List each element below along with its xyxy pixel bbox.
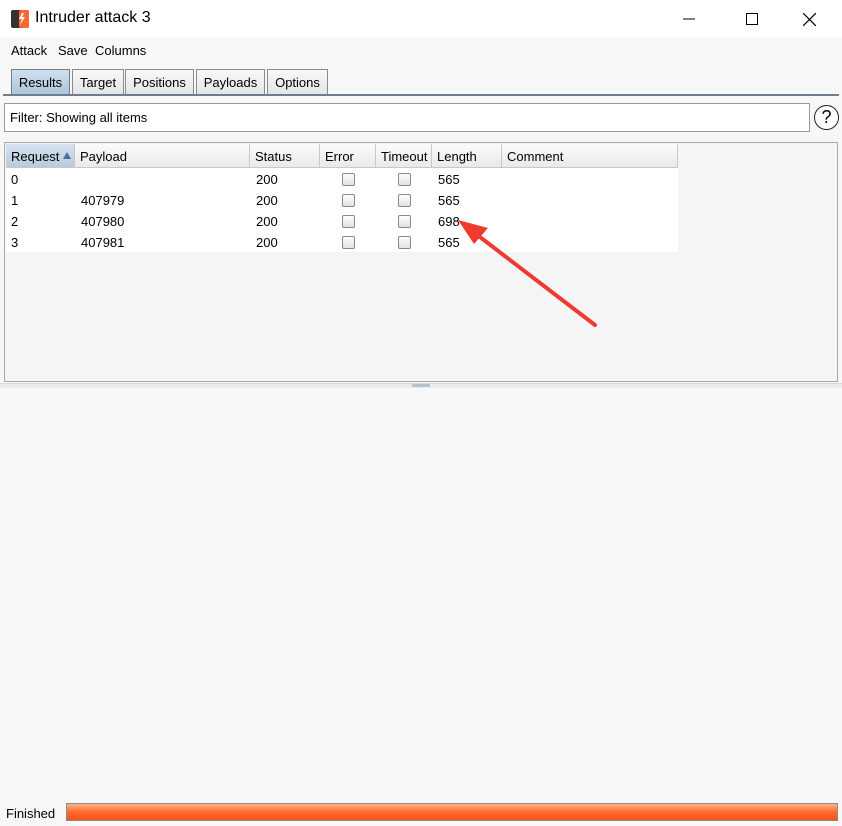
table-row[interactable]: 0 200 565 <box>6 169 678 190</box>
menu-save[interactable]: Save <box>58 43 88 58</box>
tab-results[interactable]: Results <box>11 69 70 95</box>
window-title: Intruder attack 3 <box>35 9 151 26</box>
column-header-timeout[interactable]: Timeout <box>376 144 432 168</box>
error-checkbox <box>342 215 355 228</box>
cell-status: 200 <box>256 172 278 187</box>
tab-positions[interactable]: Positions <box>125 69 194 95</box>
cell-length: 565 <box>438 235 460 250</box>
tab-underline <box>3 94 839 96</box>
results-table: Request Payload Status Error Timeout Len… <box>6 144 678 252</box>
results-table-panel: Request Payload Status Error Timeout Len… <box>4 142 838 382</box>
intruder-window: Intruder attack 3 Attack Save Columns Re… <box>0 0 842 826</box>
table-row[interactable]: 1 407979 200 565 <box>6 190 678 211</box>
column-header-payload[interactable]: Payload <box>75 144 250 168</box>
filter-text: Filter: Showing all items <box>10 110 148 125</box>
column-header-label: Error <box>325 149 354 164</box>
column-header-label: Length <box>437 149 477 164</box>
question-mark-icon[interactable]: ? <box>814 105 839 130</box>
tab-options[interactable]: Options <box>267 69 328 95</box>
burp-app-icon <box>10 9 30 29</box>
column-header-length[interactable]: Length <box>432 144 502 168</box>
error-checkbox <box>342 194 355 207</box>
progress-fill <box>67 804 837 820</box>
cell-length: 565 <box>438 172 460 187</box>
minimize-icon <box>683 18 695 20</box>
status-label: Finished <box>6 806 56 821</box>
divider-handle[interactable] <box>412 384 430 387</box>
maximize-button[interactable] <box>729 0 775 38</box>
cell-payload: 407979 <box>81 193 125 208</box>
minimize-button[interactable] <box>666 0 712 38</box>
tab-target[interactable]: Target <box>72 69 124 95</box>
maximize-icon <box>746 13 758 25</box>
column-header-error[interactable]: Error <box>320 144 376 168</box>
column-header-request[interactable]: Request <box>6 144 75 168</box>
menu-attack[interactable]: Attack <box>11 43 47 58</box>
column-header-label: Request <box>11 149 60 164</box>
close-icon <box>802 12 816 26</box>
cell-request: 0 <box>11 172 19 187</box>
cell-status: 200 <box>256 214 278 229</box>
column-header-label: Comment <box>507 149 564 164</box>
attack-progress-bar <box>66 803 838 821</box>
close-button[interactable] <box>786 0 832 38</box>
sort-ascending-icon <box>63 152 71 159</box>
error-checkbox <box>342 236 355 249</box>
cell-request: 1 <box>11 193 19 208</box>
column-header-label: Status <box>255 149 292 164</box>
table-row[interactable]: 2 407980 200 698 <box>6 211 678 232</box>
table-row[interactable]: 3 407981 200 565 <box>6 232 678 253</box>
cell-payload: 407981 <box>81 235 125 250</box>
column-header-label: Payload <box>80 149 127 164</box>
filter-bar[interactable]: Filter: Showing all items <box>4 103 810 132</box>
error-checkbox <box>342 173 355 186</box>
title-bar: Intruder attack 3 <box>0 0 842 38</box>
menu-bar: Attack Save Columns <box>0 38 842 62</box>
cell-status: 200 <box>256 235 278 250</box>
tab-payloads[interactable]: Payloads <box>196 69 265 95</box>
timeout-checkbox <box>398 215 411 228</box>
cell-request: 2 <box>11 214 19 229</box>
menu-columns[interactable]: Columns <box>95 43 146 58</box>
cell-payload: 407980 <box>81 214 125 229</box>
request-response-pane <box>0 388 842 800</box>
column-header-label: Timeout <box>381 149 428 164</box>
timeout-checkbox <box>398 194 411 207</box>
column-header-comment[interactable]: Comment <box>502 144 678 168</box>
timeout-checkbox <box>398 236 411 249</box>
cell-request: 3 <box>11 235 19 250</box>
cell-length: 565 <box>438 193 460 208</box>
timeout-checkbox <box>398 173 411 186</box>
cell-status: 200 <box>256 193 278 208</box>
column-header-status[interactable]: Status <box>250 144 320 168</box>
cell-length: 698 <box>438 214 460 229</box>
